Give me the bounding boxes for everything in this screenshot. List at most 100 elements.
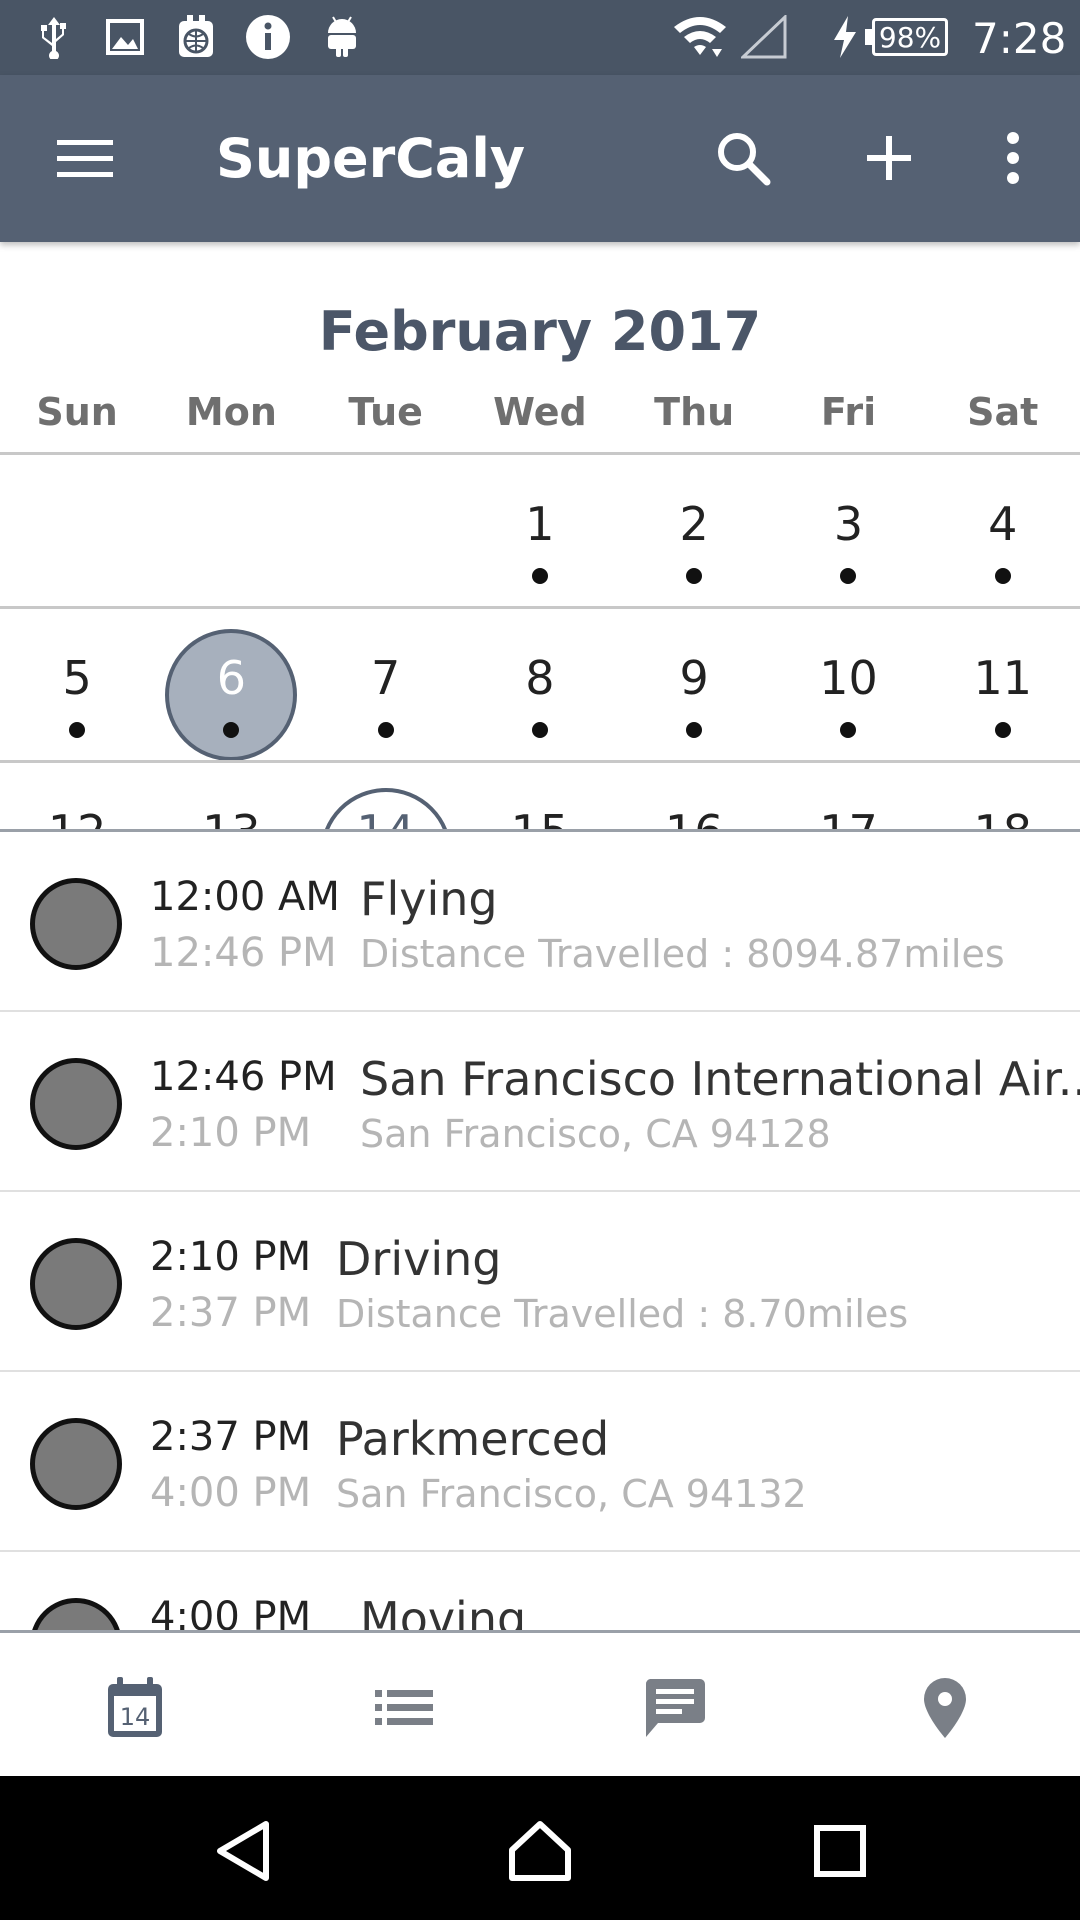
calendar-empty-cell [154, 455, 308, 605]
calendar-empty-cell [0, 455, 154, 605]
back-icon[interactable] [192, 1806, 292, 1896]
day-number: 11 [973, 651, 1032, 705]
calendar-icon[interactable]: 14 [85, 1663, 185, 1753]
day-number: 14 [309, 805, 463, 831]
vpn-icon [172, 12, 220, 62]
weekday-label: Thu [654, 390, 735, 434]
event-item[interactable]: 2:10 PM 2:37 PM Driving Distance Travell… [0, 1192, 1080, 1372]
calendar-day[interactable]: 10 [771, 609, 925, 759]
calendar-day[interactable]: 15 [463, 763, 617, 831]
day-number: 10 [819, 651, 878, 705]
calendar-day-selected[interactable]: 6 [154, 609, 308, 761]
status-bar: 98% 7:28 [0, 0, 1080, 75]
event-title: Moving [360, 1592, 527, 1630]
calendar-day[interactable]: 5 [0, 609, 154, 759]
calendar-day[interactable]: 2 [617, 455, 771, 605]
weekday-label: Sun [36, 390, 118, 434]
event-item[interactable]: 12:00 AM 12:46 PM Flying Distance Travel… [0, 832, 1080, 1012]
place-icon[interactable] [895, 1663, 995, 1753]
event-title: San Francisco International Air... [360, 1052, 1080, 1106]
calendar-empty-cell [309, 455, 463, 605]
event-start-time: 4:00 PM [150, 1594, 312, 1630]
event-subtitle: San Francisco, CA 94132 [336, 1472, 807, 1516]
event-subtitle: Distance Travelled : 8094.87miles [360, 932, 1005, 976]
event-dot [686, 722, 703, 738]
calendar-day[interactable]: 16 [617, 763, 771, 831]
list-icon[interactable] [354, 1663, 454, 1753]
info-icon [244, 12, 292, 62]
event-dot [840, 722, 857, 738]
add-icon[interactable] [844, 113, 934, 203]
day-number: 7 [371, 651, 401, 705]
calendar-day[interactable]: 11 [926, 609, 1080, 759]
event-dot [69, 722, 86, 738]
calendar-day[interactable]: 8 [463, 609, 617, 759]
event-list[interactable]: 12:00 AM 12:46 PM Flying Distance Travel… [0, 832, 1080, 1630]
calendar-week: 1 2 3 4 [0, 455, 1080, 605]
event-end-time: 4:00 PM [150, 1470, 312, 1516]
event-item[interactable]: 12:46 PM 2:10 PM San Francisco Internati… [0, 1012, 1080, 1192]
calendar-day[interactable]: 1 [463, 455, 617, 605]
day-number: 5 [62, 651, 92, 705]
calendar-day[interactable]: 4 [926, 455, 1080, 605]
day-number: 4 [988, 497, 1018, 551]
event-dot [531, 722, 548, 738]
day-number: 15 [463, 805, 617, 831]
event-marker [30, 878, 122, 970]
day-number: 1 [525, 497, 555, 551]
signal-icon [740, 12, 788, 62]
calendar-day[interactable]: 9 [617, 609, 771, 759]
event-dot [377, 722, 394, 738]
calendar-day[interactable]: 18 [926, 763, 1080, 831]
event-dot [994, 722, 1011, 738]
event-end-time: 12:46 PM [150, 930, 337, 976]
charging-icon [824, 12, 866, 62]
calendar-day[interactable]: 13 [154, 763, 308, 831]
day-number: 9 [679, 651, 709, 705]
weekday-label: Wed [493, 390, 587, 434]
app-title: SuperCaly [216, 127, 526, 190]
day-number: 17 [771, 805, 925, 831]
home-icon[interactable] [490, 1806, 590, 1896]
menu-icon[interactable] [40, 113, 130, 203]
day-number: 16 [617, 805, 771, 831]
event-subtitle: San Francisco, CA 94128 [360, 1112, 831, 1156]
wifi-icon [672, 12, 728, 62]
battery-level: 98% [872, 18, 948, 56]
month-title[interactable]: February 2017 [0, 300, 1080, 363]
clock: 7:28 [972, 14, 1067, 63]
day-number: 18 [926, 805, 1080, 831]
event-marker [30, 1238, 122, 1330]
day-number: 12 [0, 805, 154, 831]
event-title: Parkmerced [336, 1412, 610, 1466]
weekday-label: Mon [185, 390, 277, 434]
event-end-time: 2:10 PM [150, 1110, 312, 1156]
calendar-day-today[interactable]: 14 [309, 763, 463, 831]
event-end-time: 2:37 PM [150, 1290, 312, 1336]
event-marker [30, 1418, 122, 1510]
event-item[interactable]: 4:00 PM Moving [0, 1552, 1080, 1630]
calendar-week: 12 13 14 15 16 17 18 [0, 763, 1080, 831]
calendar-day[interactable]: 12 [0, 763, 154, 831]
calendar-day[interactable]: 17 [771, 763, 925, 831]
usb-icon [30, 12, 78, 62]
calendar-day[interactable]: 7 [309, 609, 463, 759]
event-dot [531, 568, 548, 584]
event-marker [30, 1598, 122, 1630]
calendar-week: 5 6 7 8 9 10 11 [0, 609, 1080, 761]
search-icon[interactable] [698, 113, 788, 203]
event-start-time: 2:10 PM [150, 1234, 312, 1280]
message-icon[interactable] [625, 1663, 725, 1753]
day-number: 3 [833, 497, 864, 551]
day-number: 6 [216, 651, 247, 705]
more-vert-icon[interactable] [968, 113, 1058, 203]
recents-icon[interactable] [790, 1806, 890, 1896]
day-number: 13 [154, 805, 308, 831]
calendar-day[interactable]: 3 [771, 455, 925, 605]
event-start-time: 12:46 PM [150, 1054, 337, 1100]
event-dot [686, 568, 703, 584]
weekday-label: Sat [967, 390, 1039, 434]
weekday-label: Tue [348, 390, 423, 434]
event-item[interactable]: 2:37 PM 4:00 PM Parkmerced San Francisco… [0, 1372, 1080, 1552]
calendar-icon-day: 14 [120, 1703, 151, 1731]
